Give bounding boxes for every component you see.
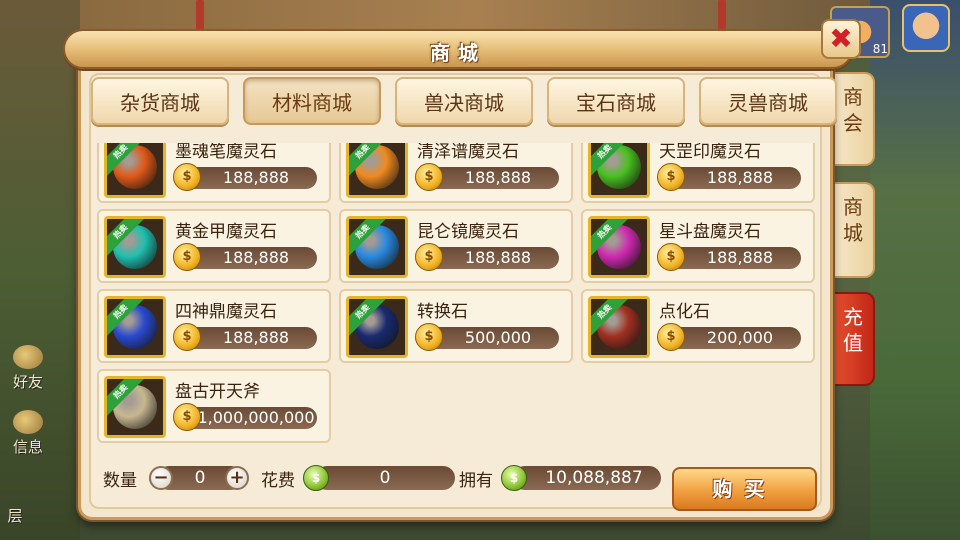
side-tab-recharge[interactable]: 充值 [833,292,875,386]
owned-value: 10,088,887 [513,466,661,490]
buy-button[interactable]: 购买 [672,467,817,511]
tab-beast-skills[interactable]: 兽决商城 [395,77,533,125]
item-thumbnail: 热卖 [588,296,650,358]
gold-coin-icon: $ [173,163,201,191]
tab-spirit-beasts[interactable]: 灵兽商城 [699,77,837,125]
item-thumbnail: 热卖 [588,143,650,198]
item-thumbnail: 热卖 [346,296,408,358]
item-thumbnail: 热卖 [346,143,408,198]
purchase-bar: 数量 0 − + 花费 $ 0 拥有 $ 10,088,887 购买 [101,462,821,512]
gold-coin-icon: $ [657,163,685,191]
gold-coin-icon: $ [657,323,685,351]
item-name: 四神鼎魔灵石 [175,302,277,322]
gold-coin-icon: $ [415,243,443,271]
item-name: 点化石 [659,302,710,322]
panel-title: 商城 [430,41,486,65]
item-name: 清泽谱魔灵石 [417,143,519,162]
money-icon: $ [303,465,329,491]
messages-button[interactable]: 信息 [6,410,50,457]
item-card[interactable]: 热卖 盘古开天斧 $1,000,000,000 [97,369,331,443]
title-bar: 商城 ✖ [63,19,861,69]
minus-button[interactable]: − [149,466,173,490]
cost-value: 0 [315,466,455,490]
item-thumbnail: 热卖 [104,296,166,358]
gold-coin-icon: $ [415,323,443,351]
layer-label: 层 [7,507,23,525]
item-grid: 热卖 墨魂笔魔灵石 $188,888 热卖 清泽谱魔灵石 $188,888 热卖 天罡印魔灵石… [97,143,823,455]
gold-coin-icon: $ [657,243,685,271]
side-tab-shop[interactable]: 商城 [833,182,875,278]
item-thumbnail: 热卖 [104,143,166,198]
gold-coin-icon: $ [415,163,443,191]
level-label: 81 [872,42,888,56]
item-name: 盘古开天斧 [175,382,260,402]
gold-coin-icon: $ [173,243,201,271]
item-thumbnail: 热卖 [104,216,166,278]
close-button[interactable]: ✖ [821,19,861,59]
item-card[interactable]: 热卖 清泽谱魔灵石 $188,888 [339,143,573,203]
game-scene-right [870,0,960,540]
player-avatar[interactable] [902,4,950,52]
shop-panel: 商城 ✖ 杂货商城 材料商城 兽决商城 宝石商城 灵兽商城 热卖 墨魂笔魔灵石 $1… [63,19,861,520]
item-name: 黄金甲魔灵石 [175,222,277,242]
item-thumbnail: 热卖 [104,376,166,438]
friends-button[interactable]: 好友 [6,345,50,392]
item-card[interactable]: 热卖 昆仑镜魔灵石 $188,888 [339,209,573,283]
item-name: 墨魂笔魔灵石 [175,143,277,162]
item-card[interactable]: 热卖 天罡印魔灵石 $188,888 [581,143,815,203]
tab-grocery[interactable]: 杂货商城 [91,77,229,125]
item-name: 天罡印魔灵石 [659,143,761,162]
quantity-label: 数量 [103,471,137,491]
gold-coin-icon: $ [173,403,201,431]
plus-button[interactable]: + [225,466,249,490]
item-name: 星斗盘魔灵石 [659,222,761,242]
tab-gems[interactable]: 宝石商城 [547,77,685,125]
item-name: 转换石 [417,302,468,322]
game-scene-left [0,0,80,540]
cost-label: 花费 [261,471,295,491]
gold-coin-icon: $ [173,323,201,351]
item-card[interactable]: 热卖 转换石 $500,000 [339,289,573,363]
item-card[interactable]: 热卖 墨魂笔魔灵石 $188,888 [97,143,331,203]
item-thumbnail: 热卖 [346,216,408,278]
side-tab-chamber[interactable]: 商会 [833,72,875,166]
item-card[interactable]: 热卖 黄金甲魔灵石 $188,888 [97,209,331,283]
shop-tabs: 杂货商城 材料商城 兽决商城 宝石商城 灵兽商城 [91,77,837,125]
item-thumbnail: 热卖 [588,216,650,278]
message-icon [13,410,43,434]
item-card[interactable]: 热卖 四神鼎魔灵石 $188,888 [97,289,331,363]
item-card[interactable]: 热卖 星斗盘魔灵石 $188,888 [581,209,815,283]
item-name: 昆仑镜魔灵石 [417,222,519,242]
money-icon: $ [501,465,527,491]
item-card[interactable]: 热卖 点化石 $200,000 [581,289,815,363]
close-icon: ✖ [829,22,853,55]
tab-materials[interactable]: 材料商城 [243,77,381,125]
owned-label: 拥有 [459,471,493,491]
friends-icon [13,345,43,369]
